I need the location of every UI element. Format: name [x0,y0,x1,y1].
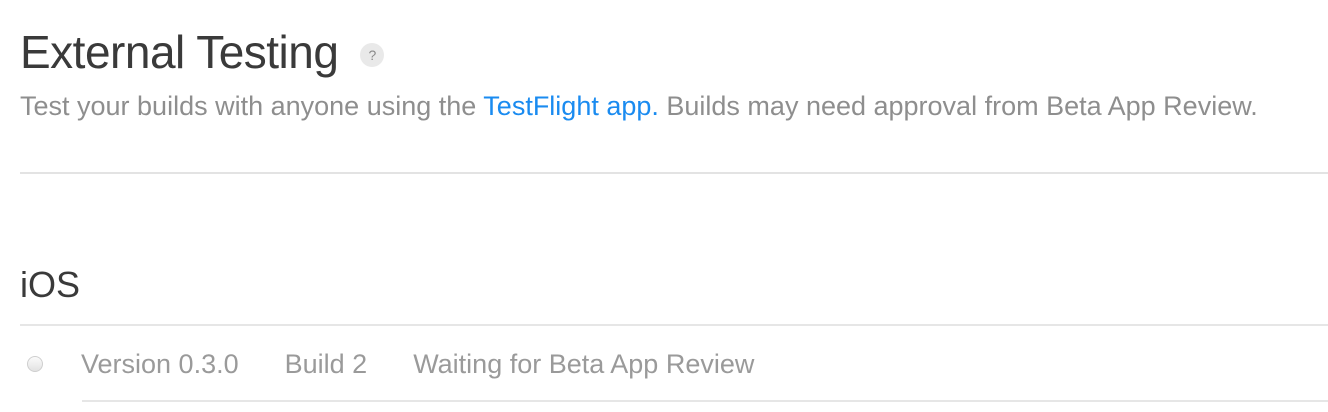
header: External Testing ? [20,24,385,80]
build-number: Build 2 [284,349,368,379]
build-status: Waiting for Beta App Review [413,349,755,379]
build-radio-button[interactable] [27,356,43,372]
page-title: External Testing [20,26,339,78]
row-divider [82,400,1328,402]
build-row[interactable]: Version 0.3.0 Build 2 Waiting for Beta A… [20,340,1328,388]
section-divider [20,324,1328,326]
section-title-ios: iOS [20,264,81,305]
build-version: Version 0.3.0 [81,349,239,379]
external-testing-page: External Testing ? Test your builds with… [0,0,1328,412]
page-description: Test your builds with anyone using the T… [20,88,1258,124]
testflight-app-link[interactable]: TestFlight app. [483,91,659,121]
description-suffix: Builds may need approval from Beta App R… [658,91,1258,121]
help-icon[interactable]: ? [360,43,385,67]
description-prefix: Test your builds with anyone using the [20,91,484,121]
header-divider [20,172,1328,174]
